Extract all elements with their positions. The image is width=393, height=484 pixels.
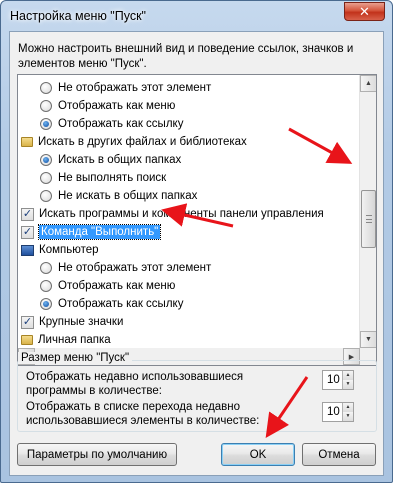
- radio-button[interactable]: [40, 172, 52, 184]
- list-item-label: Искать программы и компоненты панели упр…: [39, 208, 324, 220]
- list-item-label: Не отображать этот элемент: [58, 82, 212, 94]
- grip-icon: [366, 215, 372, 223]
- cancel-button-label: Отмена: [318, 448, 360, 461]
- folder-icon: [21, 335, 33, 345]
- radio-button[interactable]: [40, 100, 52, 112]
- radio-button[interactable]: [40, 154, 52, 166]
- recent-programs-value[interactable]: 10: [327, 374, 340, 386]
- list-item-label: Отображать как меню: [58, 280, 176, 292]
- description-text: Можно настроить внешний вид и поведение …: [18, 43, 354, 70]
- spin-up-icon[interactable]: ▲: [342, 371, 353, 380]
- recent-programs-label: Отображать недавно использовавшиеся прог…: [26, 371, 244, 397]
- checkbox[interactable]: ✓: [21, 225, 34, 239]
- list-item[interactable]: ✓ Команда "Выполнить": [18, 223, 360, 241]
- checkbox[interactable]: ✓: [21, 315, 34, 329]
- jump-list-value[interactable]: 10: [327, 406, 340, 418]
- list-item-label: Крупные значки: [39, 316, 124, 328]
- list-item: Компьютер: [18, 241, 360, 259]
- list-item: Личная папка: [18, 331, 360, 349]
- list-item-label: Не отображать этот элемент: [58, 262, 212, 274]
- list-item-label: Отображать как ссылку: [58, 118, 184, 130]
- list-item[interactable]: ✓ Крупные значки: [18, 313, 360, 331]
- list-item: Искать в других файлах и библиотеках: [18, 133, 360, 151]
- recent-programs-spinner[interactable]: 10 ▲ ▼: [322, 370, 354, 390]
- dialog-body: Можно настроить внешний вид и поведение …: [9, 31, 384, 476]
- computer-icon: [21, 244, 34, 256]
- radio-button[interactable]: [40, 190, 52, 202]
- list-item-label: Команда "Выполнить": [37, 224, 162, 240]
- vertical-scrollbar[interactable]: ▲ ▼: [359, 75, 376, 365]
- defaults-button-label: Параметры по умолчанию: [26, 448, 168, 461]
- scroll-thumb[interactable]: [361, 190, 376, 248]
- ok-button-label: OK: [249, 448, 267, 461]
- list-item[interactable]: Отображать как ссылку: [18, 115, 360, 133]
- spin-down-icon[interactable]: ▼: [342, 380, 353, 389]
- defaults-button[interactable]: Параметры по умолчанию: [17, 443, 177, 466]
- spin-down-icon[interactable]: ▼: [342, 412, 353, 421]
- ok-button[interactable]: OK: [221, 443, 295, 466]
- window-title: Настройка меню "Пуск": [10, 9, 146, 23]
- scroll-up-button[interactable]: ▲: [360, 75, 376, 92]
- close-icon: ✕: [359, 3, 370, 19]
- title-bar[interactable]: Настройка меню "Пуск" ✕: [1, 1, 392, 35]
- radio-button[interactable]: [40, 280, 52, 292]
- spin-up-icon[interactable]: ▲: [342, 403, 353, 412]
- list-item[interactable]: ✓ Искать программы и компоненты панели уп…: [18, 205, 360, 223]
- checkbox[interactable]: ✓: [21, 207, 34, 221]
- list-item-label: Искать в других файлах и библиотеках: [38, 136, 247, 148]
- list-item-label: Личная папка: [38, 334, 111, 346]
- list-item[interactable]: Искать в общих папках: [18, 151, 360, 169]
- options-list: Не отображать этот элемент Отображать как…: [17, 74, 377, 366]
- jump-list-spinner[interactable]: 10 ▲ ▼: [322, 402, 354, 422]
- list-item-label: Не искать в общих папках: [58, 190, 198, 202]
- scroll-down-button[interactable]: ▼: [360, 331, 376, 348]
- list-item[interactable]: Отображать как меню: [18, 97, 360, 115]
- radio-button[interactable]: [40, 82, 52, 94]
- radio-button[interactable]: [40, 262, 52, 274]
- options-list-content: Не отображать этот элемент Отображать как…: [18, 75, 360, 365]
- menu-size-group-title: Размер меню "Пуск": [18, 352, 133, 364]
- close-button[interactable]: ✕: [344, 2, 385, 21]
- list-item-label: Искать в общих папках: [58, 154, 182, 166]
- list-item-label: Не выполнять поиск: [58, 172, 167, 184]
- cancel-button[interactable]: Отмена: [302, 443, 376, 466]
- radio-button[interactable]: [40, 118, 52, 130]
- list-item-label: Отображать как ссылку: [58, 298, 184, 310]
- radio-button[interactable]: [40, 298, 52, 310]
- list-item[interactable]: Не отображать этот элемент: [18, 79, 360, 97]
- list-item-label: Отображать как меню: [58, 100, 176, 112]
- list-item[interactable]: Отображать как меню: [18, 277, 360, 295]
- list-item-label: Компьютер: [39, 244, 99, 256]
- list-item[interactable]: Отображать как ссылку: [18, 295, 360, 313]
- list-item[interactable]: Не отображать этот элемент: [18, 259, 360, 277]
- jump-list-label: Отображать в списке перехода недавно исп…: [26, 401, 260, 427]
- list-item[interactable]: Не искать в общих папках: [18, 187, 360, 205]
- list-item[interactable]: Не выполнять поиск: [18, 169, 360, 187]
- folder-icon: [21, 137, 33, 147]
- start-menu-settings-dialog: Настройка меню "Пуск" ✕ Можно настроить …: [0, 0, 393, 483]
